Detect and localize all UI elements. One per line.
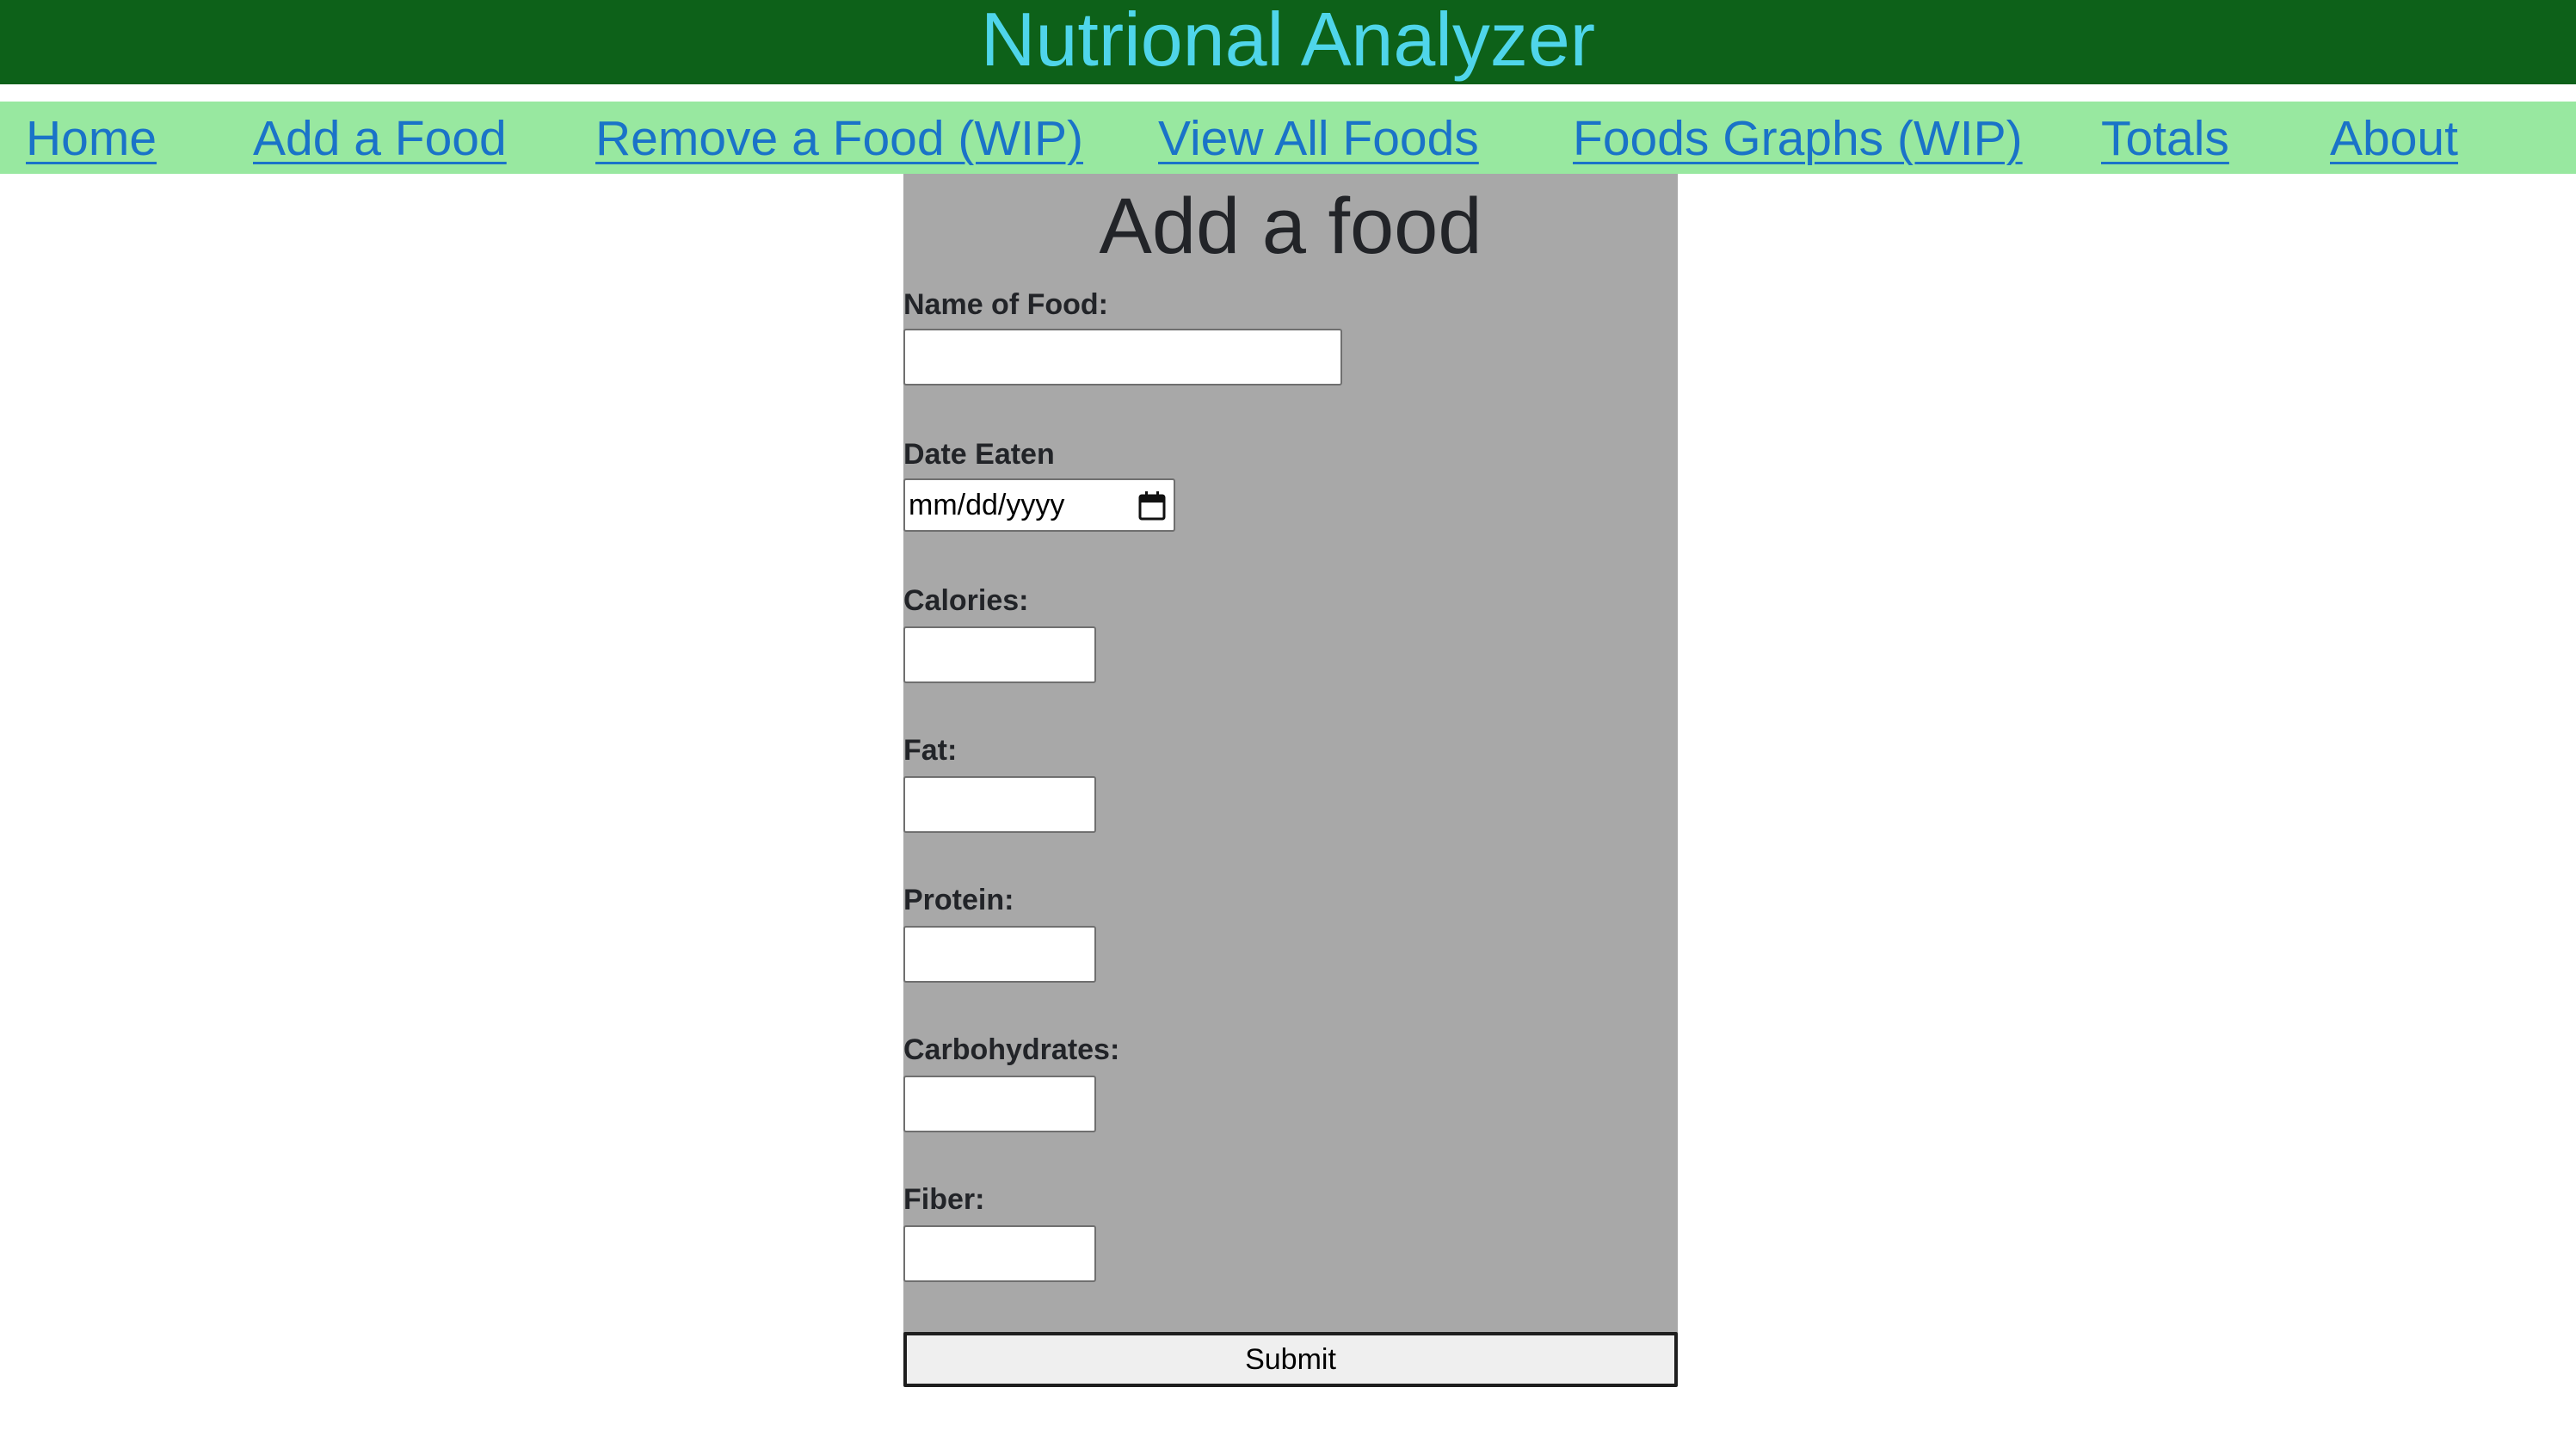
submit-button[interactable]: Submit <box>903 1332 1678 1387</box>
date-input[interactable]: mm/dd/yyyy <box>903 478 1175 532</box>
calendar-icon[interactable] <box>1137 490 1167 521</box>
nav-link-about[interactable]: About <box>2330 108 2458 169</box>
carbohydrates-label: Carbohydrates: <box>903 1033 1120 1066</box>
nav-link-remove-food[interactable]: Remove a Food (WIP) <box>595 108 1083 169</box>
app-header: Nutrional Analyzer <box>0 0 2576 84</box>
carbohydrates-input[interactable] <box>903 1076 1096 1132</box>
protein-label: Protein: <box>903 884 1014 916</box>
app-title: Nutrional Analyzer <box>980 0 1596 82</box>
fat-input[interactable] <box>903 776 1096 833</box>
calories-label: Calories: <box>903 584 1029 617</box>
nav-link-home[interactable]: Home <box>26 108 157 169</box>
name-input[interactable] <box>903 329 1342 385</box>
nav-link-foods-graphs[interactable]: Foods Graphs (WIP) <box>1573 108 2023 169</box>
form-heading: Add a food <box>1099 182 1482 270</box>
nav-link-add-food[interactable]: Add a Food <box>253 108 507 169</box>
fat-label: Fat: <box>903 734 958 767</box>
nav-link-totals[interactable]: Totals <box>2101 108 2229 169</box>
nav-link-view-all-foods[interactable]: View All Foods <box>1158 108 1479 169</box>
date-label: Date Eaten <box>903 438 1055 471</box>
fiber-label: Fiber: <box>903 1183 985 1216</box>
add-food-form: Add a food Name of Food: Date Eaten mm/d… <box>903 174 1678 1333</box>
protein-input[interactable] <box>903 926 1096 983</box>
date-placeholder: mm/dd/yyyy <box>909 489 1065 521</box>
fiber-input[interactable] <box>903 1225 1096 1282</box>
name-label: Name of Food: <box>903 288 1108 321</box>
nav-bar: Home Add a Food Remove a Food (WIP) View… <box>0 102 2576 174</box>
calories-input[interactable] <box>903 626 1096 683</box>
